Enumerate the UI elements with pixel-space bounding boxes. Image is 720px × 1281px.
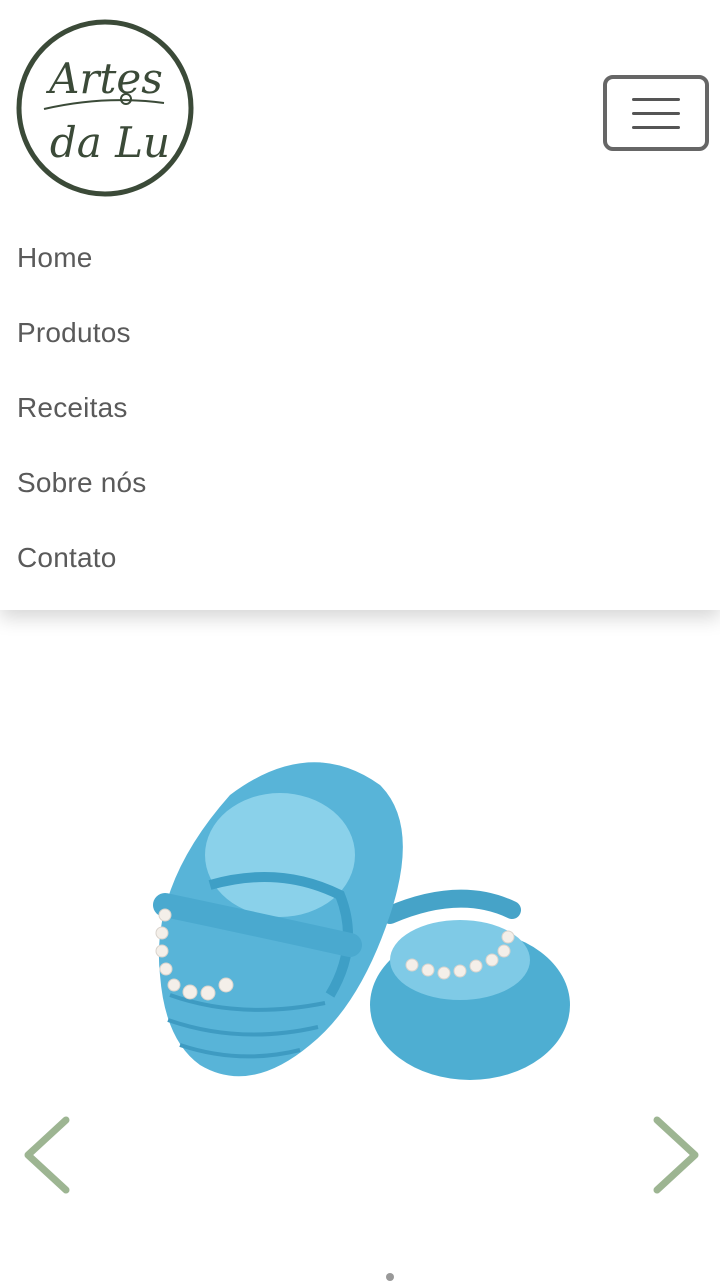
chevron-right-icon bbox=[653, 1116, 699, 1194]
carousel-prev-button[interactable] bbox=[18, 1110, 78, 1200]
nav-item-receitas[interactable]: Receitas bbox=[17, 370, 703, 445]
product-image-baby-shoes[interactable] bbox=[140, 745, 580, 1135]
hamburger-icon bbox=[632, 97, 680, 101]
nav-item-produtos[interactable]: Produtos bbox=[17, 295, 703, 370]
hamburger-icon-bar bbox=[632, 111, 680, 115]
logo-emblem: Artes da Lu bbox=[16, 19, 194, 197]
nav-item-contato[interactable]: Contato bbox=[17, 520, 703, 595]
site-header: Artes da Lu Home Produtos Receitas Sobre… bbox=[0, 0, 720, 610]
logo-line-1: Artes bbox=[45, 54, 163, 103]
baby-shoes-illustration bbox=[153, 762, 570, 1080]
site-logo[interactable]: Artes da Lu bbox=[14, 17, 196, 199]
nav-item-home[interactable]: Home bbox=[17, 220, 703, 295]
main-nav: Home Produtos Receitas Sobre nós Contato bbox=[17, 220, 703, 595]
chevron-left-icon bbox=[24, 1116, 70, 1194]
hamburger-icon-bar bbox=[632, 125, 680, 129]
carousel-next-button[interactable] bbox=[645, 1110, 705, 1200]
menu-toggle-button[interactable] bbox=[603, 75, 709, 151]
nav-item-sobre-nos[interactable]: Sobre nós bbox=[17, 445, 703, 520]
logo-line-2: da Lu bbox=[50, 118, 170, 167]
product-carousel bbox=[0, 610, 720, 1281]
